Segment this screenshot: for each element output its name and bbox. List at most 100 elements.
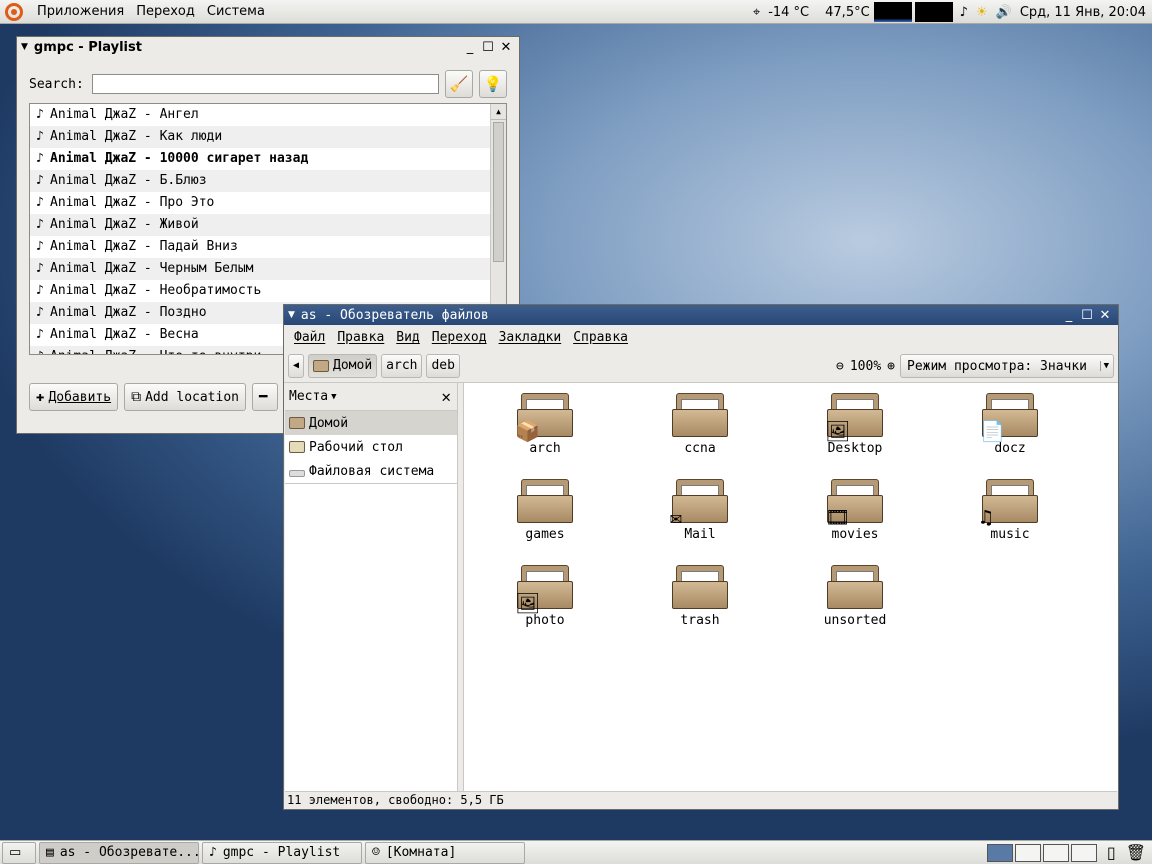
playlist-item[interactable]: ♪ Animal ДжаZ - Живой — [30, 214, 506, 236]
task-gmpc[interactable]: ♪ gmpc - Playlist — [202, 841, 362, 864]
drive-icon — [289, 470, 305, 477]
show-desktop-button[interactable]: ▭ — [2, 841, 36, 864]
workspace-2[interactable] — [1014, 843, 1041, 862]
menu-system[interactable]: Система — [201, 4, 271, 19]
path-deb-button[interactable]: deb — [426, 353, 460, 378]
file-label: ccna — [684, 441, 716, 456]
playlist-item[interactable]: ♪ Animal ДжаZ - Как люди — [30, 126, 506, 148]
close-button[interactable]: ✕ — [497, 40, 515, 55]
workspace-1[interactable] — [986, 843, 1013, 862]
view-mode-select[interactable]: Режим просмотра: Значки ▼ — [900, 354, 1114, 378]
menu-view[interactable]: Вид — [390, 330, 425, 345]
window-menu-icon[interactable]: ▼ — [288, 310, 295, 320]
lightbulb-icon: 💡 — [483, 75, 503, 93]
gmpc-icon: ♪ — [209, 845, 217, 860]
window-menu-icon[interactable]: ▼ — [21, 42, 28, 52]
minimize-button[interactable]: _ — [461, 40, 479, 55]
file-item[interactable]: 📄 docz — [955, 387, 1065, 456]
close-sidebar-icon[interactable]: ✕ — [441, 387, 451, 406]
music-note-icon: ♪ — [36, 107, 44, 122]
file-item[interactable]: ✉ Mail — [645, 473, 755, 542]
place-home[interactable]: Домой — [285, 411, 457, 435]
volume-icon[interactable]: 🔊 — [992, 5, 1016, 20]
playlist-item[interactable]: ♪ Animal ДжаZ - Про Это — [30, 192, 506, 214]
task-file-browser[interactable]: ▤ as - Обозревате... — [39, 841, 201, 864]
zoom-in-icon[interactable]: ⊕ — [887, 359, 895, 374]
weather-icon[interactable]: ⌖ — [749, 5, 764, 20]
menu-places[interactable]: Переход — [130, 4, 201, 19]
scroll-up-icon[interactable]: ▲ — [491, 104, 506, 120]
playlist-item[interactable]: ♪ Animal ДжаZ - Необратимость — [30, 280, 506, 302]
file-item[interactable]: 🖼 Desktop — [800, 387, 910, 456]
window-list-icon[interactable]: ▯ — [1107, 843, 1116, 862]
file-item[interactable]: games — [490, 473, 600, 542]
menubar: Файл Правка Вид Переход Закладки Справка — [284, 325, 1118, 349]
menu-edit[interactable]: Правка — [331, 330, 390, 345]
music-applet-icon[interactable]: ♪ — [956, 5, 972, 20]
music-note-icon: ♪ — [36, 151, 44, 166]
file-browser-titlebar[interactable]: ▼ as - Обозреватель файлов _ ☐ ✕ — [284, 305, 1118, 325]
place-desktop[interactable]: Рабочий стол — [285, 435, 457, 459]
file-item[interactable]: ccna — [645, 387, 755, 456]
add-location-button[interactable]: ⧉ Add location — [124, 383, 246, 411]
playlist-item[interactable]: ♪ Animal ДжаZ - Падай Вниз — [30, 236, 506, 258]
maximize-button[interactable]: ☐ — [479, 40, 497, 55]
workspace-3[interactable] — [1042, 843, 1069, 862]
file-item[interactable]: 🖼 photo — [490, 559, 600, 628]
remove-button[interactable]: ━ — [251, 383, 279, 411]
scroll-thumb[interactable] — [493, 122, 504, 262]
path-home-button[interactable]: Домой — [308, 353, 378, 378]
maximize-button[interactable]: ☐ — [1078, 308, 1096, 323]
folder-icon: 📄 — [980, 393, 1038, 443]
file-item[interactable]: 📦 arch — [490, 387, 600, 456]
file-item[interactable]: ♫ music — [955, 473, 1065, 542]
task-chat[interactable]: ☺ [Комната] — [365, 841, 525, 864]
music-note-icon: ♪ — [36, 283, 44, 298]
weather-temp[interactable]: -14 °C — [764, 5, 813, 20]
trash-icon[interactable]: 🗑 — [1126, 843, 1146, 862]
menu-go[interactable]: Переход — [426, 330, 493, 345]
cpu-graph[interactable] — [873, 2, 912, 22]
desktop-icon — [289, 441, 305, 453]
minimize-button[interactable]: _ — [1060, 308, 1078, 323]
bottom-panel: ▭ ▤ as - Обозревате... ♪ gmpc - Playlist ☺… — [0, 840, 1152, 864]
playlist-item[interactable]: ♪ Animal ДжаZ - Черным Белым — [30, 258, 506, 280]
menu-file[interactable]: Файл — [288, 330, 331, 345]
ubuntu-logo-icon[interactable] — [5, 2, 23, 21]
file-item[interactable]: 🎞 movies — [800, 473, 910, 542]
sidebar-title: Места — [289, 389, 329, 404]
net-graph[interactable] — [914, 2, 953, 22]
idea-button[interactable]: 💡 — [479, 70, 508, 98]
close-button[interactable]: ✕ — [1096, 308, 1114, 323]
file-label: games — [525, 527, 565, 542]
search-input[interactable] — [91, 74, 440, 94]
path-toolbar: ◀ Домой arch deb ⊖ 100% ⊕ Режим просмотр… — [284, 349, 1118, 383]
add-button[interactable]: ✚ Добавить — [29, 383, 119, 411]
clear-search-button[interactable]: 🧹 — [445, 70, 474, 98]
icon-view: 📦 arch ccna 🖼 Desktop 📄 docz games ✉ Mail 🎞 movies ♫… — [464, 383, 1118, 791]
file-item[interactable]: unsorted — [800, 559, 910, 628]
path-back-button[interactable]: ◀ — [288, 353, 305, 378]
folder-icon: 🖼 — [825, 393, 883, 443]
menu-bookmarks[interactable]: Закладки — [493, 330, 568, 345]
file-item[interactable]: trash — [645, 559, 755, 628]
path-arch-button[interactable]: arch — [381, 353, 423, 378]
gmpc-titlebar[interactable]: ▼ gmpc - Playlist _ ☐ ✕ — [17, 37, 519, 57]
zoom-out-icon[interactable]: ⊖ — [836, 359, 844, 374]
workspace-4[interactable] — [1070, 843, 1097, 862]
menu-applications[interactable]: Приложения — [31, 4, 130, 19]
music-note-icon: ♪ — [36, 305, 44, 320]
cpu-temp[interactable]: 47,5°C — [821, 5, 874, 20]
place-filesystem[interactable]: Файловая система — [285, 459, 457, 483]
zoom-level[interactable]: 100% — [850, 359, 881, 374]
menu-help[interactable]: Справка — [567, 330, 634, 345]
playlist-item[interactable]: ♪ Animal ДжаZ - Ангел — [30, 104, 506, 126]
file-label: docz — [994, 441, 1026, 456]
playlist-item[interactable]: ♪ Animal ДжаZ - 10000 сигарет назад — [30, 148, 506, 170]
brightness-icon[interactable]: ☀ — [972, 5, 992, 20]
playlist-item[interactable]: ♪ Animal ДжаZ - Б.Блюз — [30, 170, 506, 192]
sidebar-header[interactable]: Места ▼ ✕ — [285, 383, 457, 411]
file-label: music — [990, 527, 1030, 542]
music-note-icon: ♪ — [36, 346, 50, 354]
clock[interactable]: Срд, 11 Янв, 20:04 — [1016, 5, 1152, 20]
